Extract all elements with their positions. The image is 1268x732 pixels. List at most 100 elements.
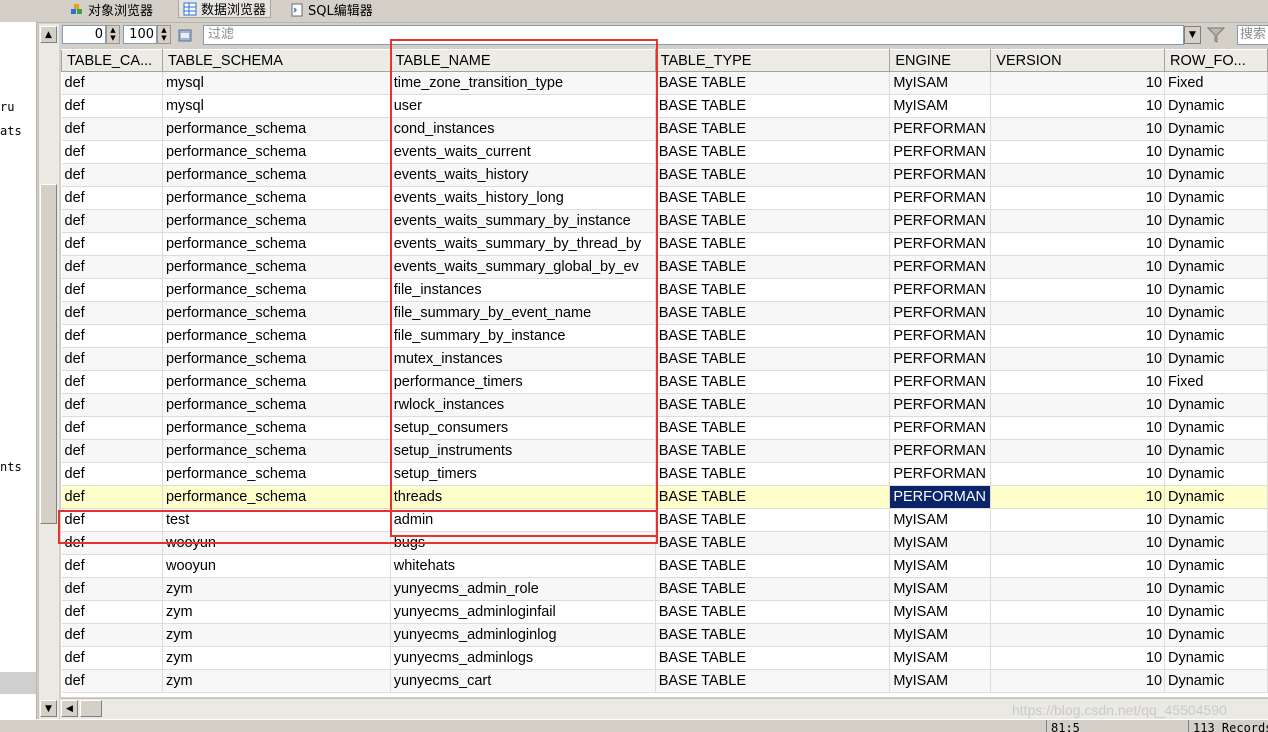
limit-input[interactable]: 100 [123, 25, 157, 44]
cell-row-format[interactable]: Dynamic [1164, 347, 1268, 371]
cell-engine[interactable]: MyISAM [889, 94, 992, 118]
cell-table-catalog[interactable]: def [61, 71, 163, 95]
cell-table-catalog[interactable]: def [61, 416, 163, 440]
funnel-icon[interactable] [1206, 26, 1226, 44]
cell-table-name[interactable]: events_waits_current [390, 140, 656, 164]
cell-table-schema[interactable]: performance_schema [162, 232, 391, 256]
cell-row-format[interactable]: Dynamic [1164, 209, 1268, 233]
column-header-row-format[interactable]: ROW_FO... [1164, 49, 1268, 72]
table-row[interactable]: def performance_schema events_waits_summar… [61, 232, 1268, 256]
cell-table-type[interactable]: BASE TABLE [655, 71, 891, 95]
cell-table-name[interactable]: performance_timers [390, 370, 656, 394]
cell-table-name[interactable]: events_waits_summary_by_thread_by [390, 232, 656, 256]
cell-version[interactable]: 10 [990, 646, 1166, 670]
cell-table-name[interactable]: rwlock_instances [390, 393, 656, 417]
cell-version[interactable]: 10 [990, 485, 1166, 509]
cell-table-schema[interactable]: performance_schema [162, 186, 391, 210]
cell-table-type[interactable]: BASE TABLE [655, 600, 891, 624]
cell-table-type[interactable]: BASE TABLE [655, 163, 891, 187]
cell-table-type[interactable]: BASE TABLE [655, 255, 891, 279]
cell-version[interactable]: 10 [990, 163, 1166, 187]
cell-version[interactable]: 10 [990, 669, 1166, 693]
cell-table-schema[interactable]: zym [162, 600, 391, 624]
cell-table-schema[interactable]: zym [162, 646, 391, 670]
cell-engine[interactable]: MyISAM [889, 646, 992, 670]
cell-table-catalog[interactable]: def [61, 439, 163, 463]
cell-table-type[interactable]: BASE TABLE [655, 462, 891, 486]
cell-table-type[interactable]: BASE TABLE [655, 94, 891, 118]
cell-table-type[interactable]: BASE TABLE [655, 577, 891, 601]
cell-engine[interactable]: PERFORMAN [889, 163, 992, 187]
table-row[interactable]: def performance_schema mutex_instances BASE… [61, 347, 1268, 371]
cell-version[interactable]: 10 [990, 600, 1166, 624]
cell-table-name[interactable]: yunyecms_adminlogs [390, 646, 656, 670]
cell-table-schema[interactable]: zym [162, 623, 391, 647]
cell-version[interactable]: 10 [990, 416, 1166, 440]
cell-engine[interactable]: PERFORMAN [889, 439, 992, 463]
object-tree-panel[interactable]: ru ats nts [0, 22, 37, 731]
cell-table-catalog[interactable]: def [61, 669, 163, 693]
search-input[interactable]: 搜索 [1237, 25, 1268, 45]
cell-table-type[interactable]: BASE TABLE [655, 347, 891, 371]
cell-table-catalog[interactable]: def [61, 508, 163, 532]
tree-item-fragment[interactable]: ru [0, 100, 14, 114]
table-row[interactable]: def performance_schema rwlock_instances BAS… [61, 393, 1268, 417]
cell-table-schema[interactable]: wooyun [162, 531, 391, 555]
cell-row-format[interactable]: Dynamic [1164, 186, 1268, 210]
table-row[interactable]: def performance_schema setup_timers BASE TA… [61, 462, 1268, 486]
cell-table-schema[interactable]: performance_schema [162, 485, 391, 509]
result-table[interactable]: TABLE_CA... TABLE_SCHEMA TABLE_NAME TABL… [61, 49, 1268, 693]
tree-item-fragment[interactable]: nts [0, 460, 22, 474]
table-row[interactable]: def zym yunyecms_adminloginlog BASE TABLE My… [61, 623, 1268, 647]
cell-table-schema[interactable]: performance_schema [162, 255, 391, 279]
cell-table-name[interactable]: yunyecms_admin_role [390, 577, 656, 601]
limit-spinner[interactable]: ▲ ▼ [157, 25, 171, 44]
cell-table-schema[interactable]: performance_schema [162, 462, 391, 486]
cell-table-catalog[interactable]: def [61, 462, 163, 486]
column-header-table-type[interactable]: TABLE_TYPE [654, 49, 891, 72]
table-row[interactable]: def performance_schema setup_consumers BASE… [61, 416, 1268, 440]
cell-table-name[interactable]: user [390, 94, 656, 118]
cell-row-format[interactable]: Dynamic [1164, 94, 1268, 118]
cell-version[interactable]: 10 [990, 94, 1166, 118]
cell-table-type[interactable]: BASE TABLE [655, 301, 891, 325]
column-header-table-name[interactable]: TABLE_NAME [389, 49, 656, 72]
cell-table-type[interactable]: BASE TABLE [655, 439, 891, 463]
cell-table-catalog[interactable]: def [61, 531, 163, 555]
cell-version[interactable]: 10 [990, 278, 1166, 302]
cell-table-catalog[interactable]: def [61, 117, 163, 141]
filter-input[interactable]: 过滤 [203, 25, 1184, 45]
cell-table-type[interactable]: BASE TABLE [655, 531, 891, 555]
cell-table-catalog[interactable]: def [61, 370, 163, 394]
cell-version[interactable]: 10 [990, 347, 1166, 371]
cell-engine[interactable]: PERFORMAN [889, 278, 992, 302]
cell-table-type[interactable]: BASE TABLE [655, 370, 891, 394]
cell-table-schema[interactable]: performance_schema [162, 163, 391, 187]
table-row[interactable]: def performance_schema setup_instruments BA… [61, 439, 1268, 463]
table-row[interactable]: def wooyun bugs BASE TABLE MyISAM 10 Dynamic [61, 531, 1268, 555]
cell-table-schema[interactable]: performance_schema [162, 393, 391, 417]
cell-version[interactable]: 10 [990, 117, 1166, 141]
scroll-thumb[interactable] [40, 184, 57, 524]
table-row[interactable]: def performance_schema file_summary_by_eve… [61, 301, 1268, 325]
cell-engine[interactable]: MyISAM [889, 508, 992, 532]
cell-table-schema[interactable]: performance_schema [162, 416, 391, 440]
cell-table-schema[interactable]: zym [162, 577, 391, 601]
cell-table-catalog[interactable]: def [61, 554, 163, 578]
offset-spinner[interactable]: ▲ ▼ [106, 25, 120, 44]
cell-table-name[interactable]: file_summary_by_event_name [390, 301, 656, 325]
cell-table-name[interactable]: file_summary_by_instance [390, 324, 656, 348]
column-header-engine[interactable]: ENGINE [889, 49, 992, 72]
cell-version[interactable]: 10 [990, 232, 1166, 256]
cell-table-catalog[interactable]: def [61, 485, 163, 509]
cell-row-format[interactable]: Dynamic [1164, 324, 1268, 348]
tab-object-browser[interactable]: 对象浏览器 [70, 0, 153, 19]
scroll-up-button[interactable]: ▲ [40, 26, 57, 43]
cell-table-schema[interactable]: performance_schema [162, 209, 391, 233]
cell-table-schema[interactable]: zym [162, 669, 391, 693]
cell-version[interactable]: 10 [990, 255, 1166, 279]
cell-table-catalog[interactable]: def [61, 301, 163, 325]
cell-table-type[interactable]: BASE TABLE [655, 623, 891, 647]
cell-table-catalog[interactable]: def [61, 255, 163, 279]
table-row[interactable]: def performance_schema events_waits_histor… [61, 186, 1268, 210]
